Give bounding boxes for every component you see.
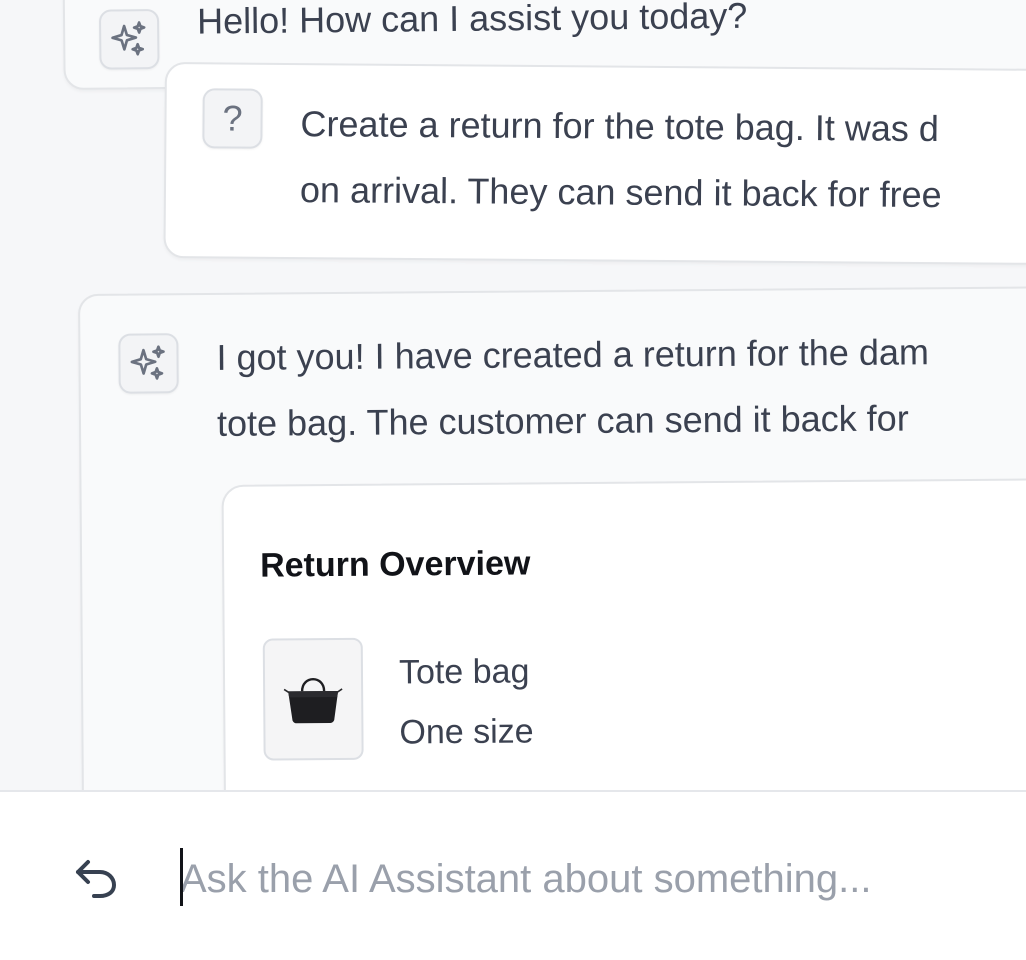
assistant-reply-card: I got you! I have created a return for t… xyxy=(78,286,1026,790)
assistant-prompt-input[interactable] xyxy=(180,844,1000,914)
undo-arrow-icon xyxy=(70,854,122,907)
assistant-reply-line-1: I got you! I have created a return for t… xyxy=(216,331,930,378)
composer-bar xyxy=(0,790,1026,960)
sparkles-icon xyxy=(128,343,168,383)
user-avatar: ? xyxy=(202,88,263,149)
back-button[interactable] xyxy=(66,852,126,908)
chat-thread: Hello! How can I assist you today? ? Cre… xyxy=(0,0,1026,790)
user-message-line-2: on arrival. They can send it back for fr… xyxy=(299,169,942,216)
assistant-reply-line-2: tote bag. The customer can send it back … xyxy=(216,397,909,444)
user-message-line-1: Create a return for the tote bag. It was… xyxy=(300,103,940,150)
product-variant: One size xyxy=(399,712,534,752)
text-cursor xyxy=(180,848,183,906)
product-thumbnail xyxy=(262,637,364,761)
assistant-avatar xyxy=(118,333,179,394)
product-name: Tote bag xyxy=(398,652,530,692)
question-mark-icon: ? xyxy=(222,97,243,139)
return-overview-card[interactable]: Return Overview Tote bag One size xyxy=(221,477,1026,790)
assistant-message-text: Hello! How can I assist you today? xyxy=(196,0,748,42)
assistant-avatar xyxy=(98,8,160,70)
tote-bag-image xyxy=(282,668,344,729)
sparkles-icon xyxy=(109,19,149,59)
return-overview-title: Return Overview xyxy=(259,544,531,585)
user-message-card: ? Create a return for the tote bag. It w… xyxy=(163,62,1026,266)
